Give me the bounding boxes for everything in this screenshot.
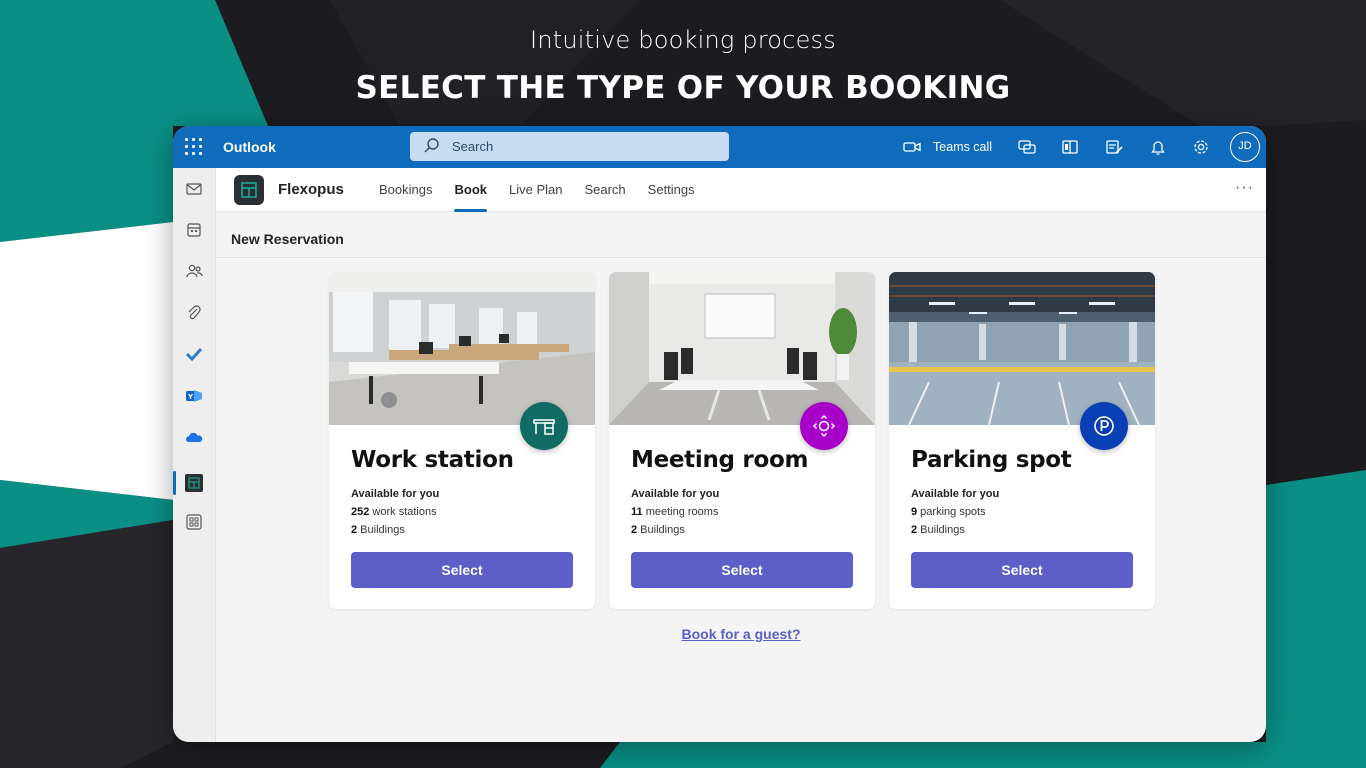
flexopus-icon[interactable]: [185, 474, 203, 492]
nav-live-plan[interactable]: Live Plan: [498, 168, 573, 212]
svg-text:Y: Y: [187, 393, 194, 401]
teams-call-button[interactable]: Teams call: [933, 140, 992, 154]
buildings-line: 2 Buildings: [351, 524, 405, 536]
attach-icon[interactable]: [185, 304, 203, 322]
nav-book[interactable]: Book: [443, 168, 498, 212]
count-label: work stations: [369, 506, 437, 518]
gear-icon[interactable]: [1191, 137, 1211, 157]
count-line: 9 parking spots: [911, 506, 986, 518]
search-placeholder: Search: [452, 139, 494, 154]
flexopus-app-bar: Flexopus Bookings Book Live Plan Search …: [216, 168, 1266, 212]
chat-icon[interactable]: [1017, 137, 1037, 157]
avatar[interactable]: JD: [1230, 132, 1260, 162]
office-photo: [329, 272, 595, 425]
outlook-top-bar: Outlook Search Teams call JD: [173, 126, 1266, 168]
meeting-icon: [812, 414, 836, 438]
availability-label: Available for you: [631, 488, 720, 500]
nav-settings[interactable]: Settings: [637, 168, 706, 212]
desk-icon: [533, 419, 555, 435]
todo-icon[interactable]: [185, 345, 203, 363]
yammer-icon[interactable]: Y: [185, 387, 203, 405]
apps-icon[interactable]: [185, 513, 203, 531]
page-title: New Reservation: [231, 231, 344, 247]
flexopus-logo: [234, 175, 264, 205]
select-meeting-room-button[interactable]: Select: [631, 552, 853, 588]
app-launcher-icon[interactable]: [185, 138, 203, 156]
outlook-window: Outlook Search Teams call JD Y Flexopus …: [173, 126, 1266, 742]
buildings-label: Buildings: [917, 524, 965, 536]
buildings-label: Buildings: [637, 524, 685, 536]
nav-search[interactable]: Search: [573, 168, 636, 212]
count-line: 252 work stations: [351, 506, 437, 518]
nav-bookings[interactable]: Bookings: [368, 168, 443, 212]
more-options-icon[interactable]: ···: [1235, 179, 1254, 197]
guest-booking-link-row: Book for a guest?: [173, 626, 1266, 642]
count-line: 11 meeting rooms: [631, 506, 718, 518]
hero-title: SELECT THE TYPE OF YOUR BOOKING: [355, 70, 1011, 106]
parking-garage-photo: [889, 272, 1155, 425]
availability-label: Available for you: [351, 488, 440, 500]
book-for-guest-link[interactable]: Book for a guest?: [638, 626, 800, 642]
count-label: meeting rooms: [642, 506, 719, 518]
card-title: Parking spot: [911, 447, 1072, 473]
brand-name: Flexopus: [278, 181, 344, 198]
card-work-station: Work station Available for you 252 work …: [329, 272, 595, 609]
availability-label: Available for you: [911, 488, 1000, 500]
divider: [216, 257, 1266, 258]
rail-active-indicator: [173, 471, 176, 495]
buildings-line: 2 Buildings: [631, 524, 685, 536]
meeting-room-badge: [800, 402, 848, 450]
calendar-icon[interactable]: [185, 221, 203, 239]
card-parking-spot: Parking spot Available for you 9 parking…: [889, 272, 1155, 609]
video-icon[interactable]: [902, 137, 922, 157]
people-icon[interactable]: [185, 262, 203, 280]
app-nav: Bookings Book Live Plan Search Settings: [368, 168, 706, 212]
count-value: 252: [351, 506, 370, 518]
count-label: parking spots: [917, 506, 986, 518]
select-parking-spot-button[interactable]: Select: [911, 552, 1133, 588]
select-work-station-button[interactable]: Select: [351, 552, 573, 588]
parking-badge: [1080, 402, 1128, 450]
buildings-line: 2 Buildings: [911, 524, 965, 536]
count-value: 11: [631, 506, 643, 518]
left-app-rail: Y: [173, 168, 216, 742]
app-name[interactable]: Outlook: [223, 139, 276, 155]
card-title: Work station: [351, 447, 514, 473]
onedrive-icon[interactable]: [185, 429, 203, 447]
card-meeting-room: Meeting room Available for you 11 meetin…: [609, 272, 875, 609]
mail-icon[interactable]: [185, 180, 203, 198]
parking-icon: [1094, 416, 1114, 436]
note-edit-icon[interactable]: [1104, 137, 1124, 157]
hero-subtitle: Intuitive booking process: [530, 26, 836, 54]
workstation-badge: [520, 402, 568, 450]
bell-icon[interactable]: [1148, 137, 1168, 157]
card-title: Meeting room: [631, 447, 809, 473]
office-icon[interactable]: [1060, 137, 1080, 157]
search-icon: [424, 138, 439, 153]
search-box[interactable]: Search: [410, 132, 729, 161]
buildings-label: Buildings: [357, 524, 405, 536]
meeting-room-photo: [609, 272, 875, 425]
